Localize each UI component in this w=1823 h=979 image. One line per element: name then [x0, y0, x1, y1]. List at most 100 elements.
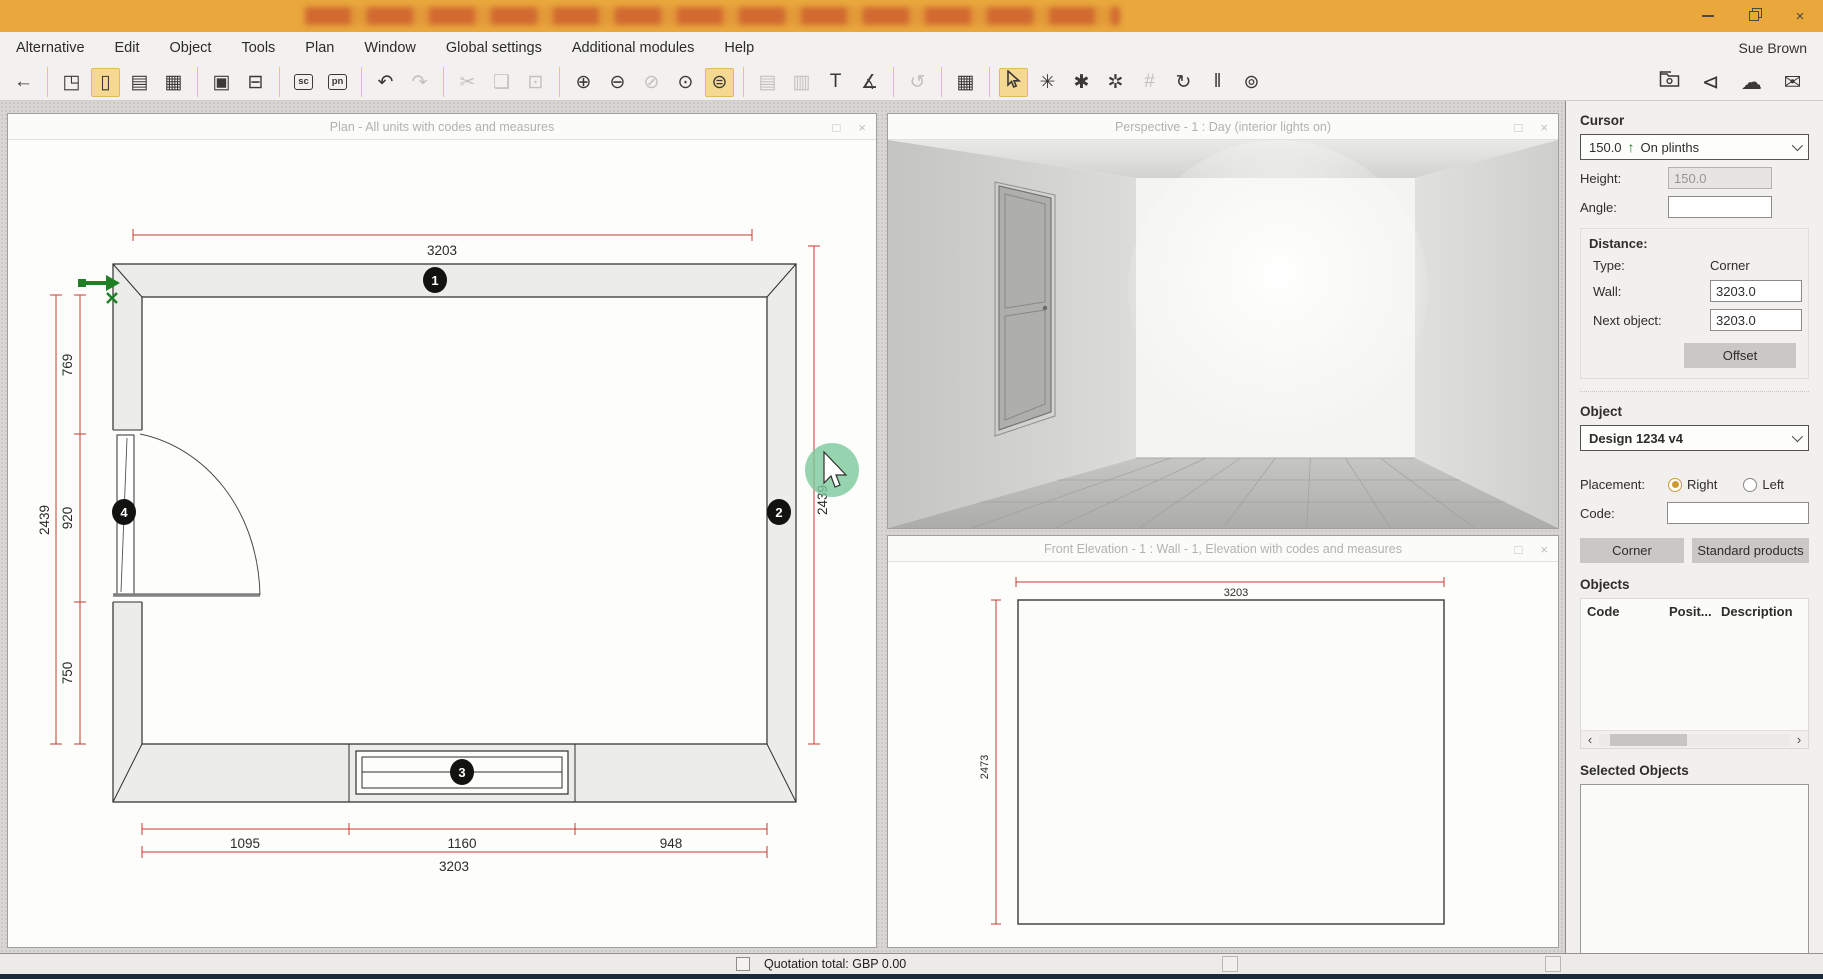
- menu-plan[interactable]: Plan: [290, 32, 349, 64]
- scroll-left-icon[interactable]: ‹: [1581, 732, 1599, 747]
- objects-hscrollbar[interactable]: ‹ ›: [1581, 730, 1808, 748]
- close-button[interactable]: ×: [1789, 5, 1811, 27]
- pan-badge-button[interactable]: pn: [323, 68, 352, 97]
- view-door-button[interactable]: ▯: [91, 68, 120, 97]
- elevation-maximize-button[interactable]: □: [1515, 542, 1523, 557]
- menu-tools[interactable]: Tools: [226, 32, 290, 64]
- snap-angle-button[interactable]: ✲: [1101, 68, 1130, 97]
- next-object-field[interactable]: [1710, 309, 1802, 331]
- menu-global-settings[interactable]: Global settings: [431, 32, 557, 64]
- copy-button[interactable]: ❏: [487, 68, 516, 97]
- elevation-window-titlebar[interactable]: Front Elevation - 1 : Wall - 1, Elevatio…: [888, 536, 1558, 562]
- paste-button[interactable]: ⊡: [521, 68, 550, 97]
- snap-angle-icon: ✲: [1108, 71, 1124, 94]
- menu-object[interactable]: Object: [155, 32, 227, 64]
- scroll-right-icon[interactable]: ›: [1790, 732, 1808, 747]
- placement-right-option[interactable]: Right: [1668, 477, 1717, 492]
- comments-button[interactable]: ▥: [787, 68, 816, 97]
- wall-marker-4[interactable]: 4: [112, 499, 136, 525]
- menu-edit[interactable]: Edit: [100, 32, 155, 64]
- undo-button[interactable]: ↶: [371, 68, 400, 97]
- object-dropdown[interactable]: Design 1234 v4: [1580, 425, 1809, 451]
- copy-icon: ❏: [493, 71, 510, 94]
- menu-alternative[interactable]: Alternative: [0, 32, 100, 64]
- menu-additional-modules[interactable]: Additional modules: [557, 32, 710, 64]
- mail-button[interactable]: ✉: [1778, 68, 1807, 97]
- scrollbar-thumb[interactable]: [1610, 734, 1686, 746]
- corner-button[interactable]: Corner: [1580, 538, 1684, 563]
- back-button[interactable]: ←: [9, 68, 38, 97]
- snap-grid-button[interactable]: #: [1135, 68, 1164, 97]
- plan-window-title: Plan - All units with codes and measures: [8, 120, 876, 134]
- statusbar: Quotation total: GBP 0.00: [0, 953, 1823, 974]
- plan-canvas[interactable]: 3203 1095 1160 948 3203: [8, 140, 876, 947]
- column-description[interactable]: Description: [1721, 604, 1802, 619]
- elevation-canvas[interactable]: 3203 2473: [888, 562, 1558, 947]
- zoom-previous-button[interactable]: ⊘: [637, 68, 666, 97]
- objects-table-body[interactable]: [1581, 624, 1808, 730]
- placement-left-option[interactable]: Left: [1743, 477, 1784, 492]
- redo-icon: ↷: [412, 71, 428, 94]
- plan-window-titlebar[interactable]: Plan - All units with codes and measures…: [8, 114, 876, 140]
- wall-marker-1[interactable]: 1: [423, 267, 447, 293]
- wall-marker-2[interactable]: 2: [767, 499, 791, 525]
- redo-button[interactable]: ↷: [405, 68, 434, 97]
- view-elevation-grid-button[interactable]: ▦: [159, 68, 188, 97]
- snap-object-button[interactable]: ✳: [1033, 68, 1062, 97]
- offset-button[interactable]: Offset: [1684, 343, 1796, 368]
- scrollbar-track[interactable]: [1599, 734, 1790, 746]
- cut-button[interactable]: ✂: [453, 68, 482, 97]
- calculator-button[interactable]: ▦: [951, 68, 980, 97]
- snap-wall-button[interactable]: ✱: [1067, 68, 1096, 97]
- height-field[interactable]: [1668, 167, 1772, 189]
- view-plan-button[interactable]: ◳: [57, 68, 86, 97]
- rotate-object-button[interactable]: ↻: [1169, 68, 1198, 97]
- perspective-maximize-button[interactable]: □: [1515, 120, 1523, 135]
- zoom-in-button[interactable]: ⊕: [569, 68, 598, 97]
- menu-help[interactable]: Help: [709, 32, 769, 64]
- dimension-tool-button[interactable]: ∡: [855, 68, 884, 97]
- wall-field[interactable]: [1710, 280, 1802, 302]
- perspective-canvas[interactable]: [888, 140, 1558, 528]
- restore-button[interactable]: [1743, 5, 1765, 27]
- zoom-window-button[interactable]: ⊙: [671, 68, 700, 97]
- send-button[interactable]: ⊲: [1696, 68, 1725, 97]
- angle-field[interactable]: [1668, 196, 1772, 218]
- text-tool-button[interactable]: T: [821, 68, 850, 97]
- notes-button[interactable]: ▤: [753, 68, 782, 97]
- wall-marker-3[interactable]: 3: [450, 759, 474, 785]
- plan-close-button[interactable]: ×: [858, 120, 866, 135]
- view-plan-icon: ◳: [63, 71, 81, 94]
- view-elevation-button[interactable]: ▤: [125, 68, 154, 97]
- perspective-window-titlebar[interactable]: Perspective - 1 : Day (interior lights o…: [888, 114, 1558, 140]
- toolbar-group: ↺: [893, 67, 941, 97]
- refresh-button[interactable]: ↺: [903, 68, 932, 97]
- archive-button[interactable]: [1655, 68, 1684, 97]
- column-code[interactable]: Code: [1587, 604, 1669, 619]
- print-button[interactable]: ⊟: [241, 68, 270, 97]
- svg-text:4: 4: [120, 505, 128, 520]
- perspective-close-button[interactable]: ×: [1540, 120, 1548, 135]
- send-icon: ⊲: [1702, 70, 1720, 95]
- elevation-close-button[interactable]: ×: [1540, 542, 1548, 557]
- menu-window[interactable]: Window: [349, 32, 431, 64]
- select-pointer-button[interactable]: [999, 68, 1028, 97]
- column-position[interactable]: Posit...: [1669, 604, 1721, 619]
- plan-maximize-button[interactable]: □: [833, 120, 841, 135]
- zoom-out-button[interactable]: ⊖: [603, 68, 632, 97]
- save-button[interactable]: ▣: [207, 68, 236, 97]
- view-elevation-icon: ▤: [131, 71, 149, 94]
- zoom-extents-button[interactable]: ⊜: [705, 68, 734, 97]
- cursor-height-dropdown[interactable]: 150.0 ↑ On plinths: [1580, 134, 1809, 160]
- standard-products-button[interactable]: Standard products: [1692, 538, 1809, 563]
- code-field[interactable]: [1667, 502, 1809, 524]
- minimize-button[interactable]: [1697, 5, 1719, 27]
- dim-label-ltotal: 2439: [37, 505, 52, 535]
- selected-objects-box[interactable]: [1580, 784, 1809, 956]
- tape-measure-button[interactable]: ⊚: [1237, 68, 1266, 97]
- toolbar-group: ▦: [941, 67, 989, 97]
- scale-badge-button[interactable]: sc: [289, 68, 318, 97]
- cloud-sync-button[interactable]: ☁: [1737, 68, 1766, 97]
- distribute-objects-button[interactable]: ‖: [1203, 68, 1232, 97]
- snap-object-icon: ✳: [1040, 71, 1056, 94]
